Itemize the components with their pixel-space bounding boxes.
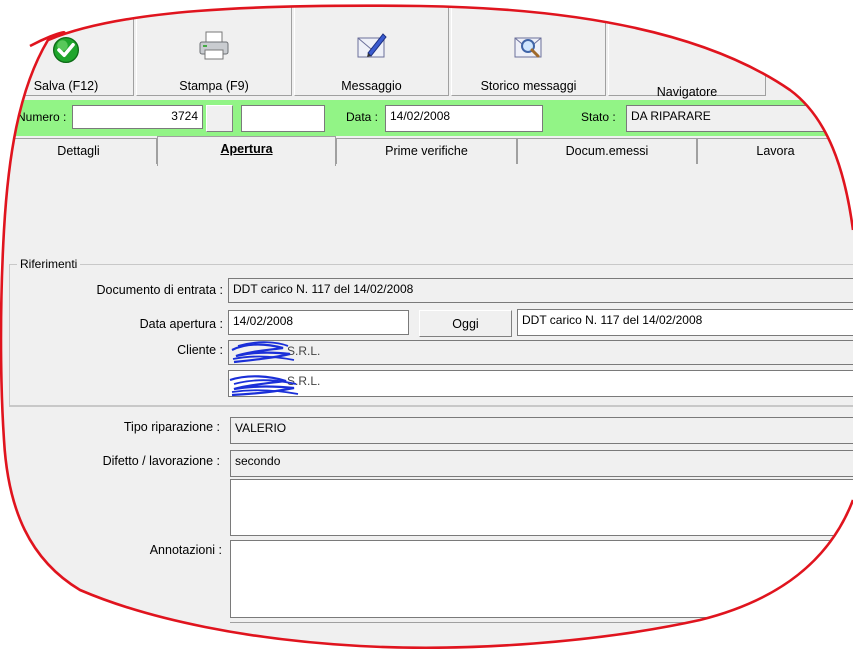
printer-icon	[199, 31, 229, 60]
stato-field[interactable]: DA RIPARARE	[626, 105, 853, 132]
navigator-button[interactable]: Navigatore	[608, 6, 766, 99]
numero-field[interactable]: 3724	[72, 105, 203, 129]
message-button[interactable]: Messaggio	[294, 6, 449, 96]
tab-apertura[interactable]: Apertura	[157, 136, 336, 166]
header-bar: Numero : 3724 Data : 14/02/2008 Stato : …	[0, 100, 853, 136]
tipo-riparazione-label: Tipo riparazione :	[123, 420, 220, 434]
save-button-label: Salva (F12)	[33, 79, 99, 93]
cliente-field-2[interactable]: S.R.L.	[228, 370, 853, 397]
tab-strip: Dettagli Apertura Prime verifiche Docum.…	[0, 136, 853, 166]
documento-field[interactable]: DDT carico N. 117 del 14/02/2008	[228, 278, 853, 303]
toolbar: Salva (F12) Stampa (F9) Messaggio Storic…	[0, 0, 853, 100]
annotazioni-label: Annotazioni :	[149, 543, 222, 557]
check-icon	[52, 36, 80, 64]
riferimenti-title: Riferimenti	[17, 257, 81, 271]
message-button-label: Messaggio	[341, 79, 402, 93]
difetto-field[interactable]: secondo	[230, 450, 853, 477]
envelope-pen-icon	[357, 33, 387, 58]
data-field[interactable]: 14/02/2008	[385, 105, 543, 132]
data-apertura-field[interactable]: 14/02/2008	[228, 310, 409, 335]
numero-label: Numero :	[17, 110, 67, 124]
cliente-field[interactable]: S.R.L.	[228, 340, 853, 365]
print-button-label: Stampa (F9)	[179, 79, 249, 93]
difetto-notes-textarea[interactable]	[230, 479, 853, 536]
oggi-button[interactable]: Oggi	[419, 310, 512, 337]
documento-label: Documento di entrata :	[96, 283, 223, 297]
data-apertura-doc-field[interactable]: DDT carico N. 117 del 14/02/2008	[517, 309, 853, 336]
data-label: Data :	[346, 110, 379, 124]
cliente-label: Cliente :	[177, 343, 223, 357]
section-divider	[9, 406, 853, 407]
tab-docum-emessi[interactable]: Docum.emessi	[517, 138, 697, 164]
tab-lavorazioni[interactable]: Lavora	[697, 138, 853, 164]
tipo-riparazione-field[interactable]: VALERIO	[230, 417, 853, 444]
difetto-label: Difetto / lavorazione :	[102, 454, 220, 468]
navigator-button-label: Navigatore	[656, 85, 718, 99]
data-apertura-label: Data apertura :	[139, 317, 223, 331]
tab-prime-verifiche[interactable]: Prime verifiche	[336, 138, 517, 164]
numero-suffix-field[interactable]	[241, 105, 325, 132]
tab-dettagli[interactable]: Dettagli	[0, 138, 157, 164]
annotazioni-textarea[interactable]	[230, 540, 853, 618]
stato-label: Stato :	[581, 110, 616, 124]
print-button[interactable]: Stampa (F9)	[136, 6, 292, 96]
numero-lookup-button[interactable]	[206, 105, 233, 132]
redaction-scribble-1	[231, 341, 295, 364]
message-history-button-label: Storico messaggi	[480, 79, 577, 93]
envelope-search-icon	[514, 37, 541, 58]
save-button[interactable]: Salva (F12)	[0, 6, 134, 96]
annotazioni-bottom-edge	[230, 622, 853, 629]
redaction-scribble-2	[229, 375, 299, 397]
message-history-button[interactable]: Storico messaggi	[451, 6, 606, 96]
